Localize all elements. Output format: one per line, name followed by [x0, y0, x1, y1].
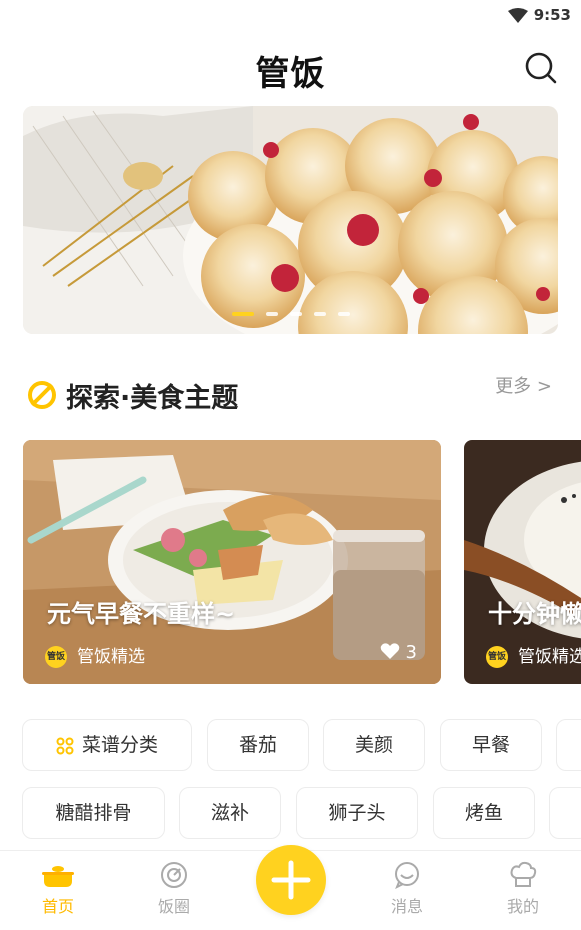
nav-home-label: 首页 — [41, 897, 74, 916]
nav-circle-label: 饭圈 — [157, 897, 190, 916]
card-likes[interactable]: 3 — [380, 642, 417, 663]
section-title: 探索·美食主题 — [66, 383, 239, 414]
theme-card[interactable]: 十分钟懒 管饭 管饭精选 — [464, 440, 581, 684]
app-logo: 管饭 — [255, 54, 326, 94]
plus-icon — [271, 860, 311, 900]
tag-item[interactable]: 滋补 — [179, 787, 281, 839]
nav-messages-label: 消息 — [390, 897, 423, 916]
search-icon[interactable] — [523, 50, 559, 86]
bottom-nav: 首页 饭圈 消息 我的 — [0, 845, 581, 930]
nav-circle[interactable]: 饭圈 — [134, 861, 214, 917]
theme-card-list: 元气早餐不重样~ 管饭 管饭精选 3 十分钟懒 管饭 管饭精选 — [23, 440, 581, 684]
tag-item-partial[interactable] — [556, 719, 581, 771]
add-button[interactable] — [256, 845, 326, 915]
status-bar: 9:53 — [0, 0, 581, 32]
status-time: 9:53 — [533, 6, 571, 24]
tag-item[interactable]: 美颜 — [323, 719, 425, 771]
author-avatar: 管饭 — [486, 646, 508, 668]
category-icon — [56, 737, 74, 754]
tag-item[interactable]: 烤鱼 — [433, 787, 535, 839]
explore-section-header: 探索·美食主题 更多 > — [23, 372, 558, 420]
author-avatar: 管饭 — [45, 646, 67, 668]
card-title: 元气早餐不重样~ — [47, 600, 236, 628]
tag-label: 菜谱分类 — [81, 734, 158, 756]
carousel-dot[interactable] — [265, 312, 278, 316]
carousel-dot[interactable] — [337, 312, 350, 316]
tag-recipe-category[interactable]: 菜谱分类 — [22, 719, 192, 771]
chat-bubble-icon — [395, 862, 419, 889]
likes-count: 3 — [405, 642, 417, 663]
tag-row: 糖醋排骨 滋补 狮子头 烤鱼 — [0, 787, 581, 839]
more-link[interactable]: 更多 > — [495, 372, 552, 398]
chef-hat-icon — [510, 861, 537, 887]
nav-mine-label: 我的 — [506, 897, 539, 916]
carousel-dot[interactable] — [313, 312, 326, 316]
card-author: 管饭 管饭精选 — [45, 642, 145, 668]
carousel-dot[interactable] — [231, 312, 254, 316]
disc-icon — [161, 862, 187, 888]
card-title: 十分钟懒 — [488, 600, 581, 628]
tag-item[interactable]: 狮子头 — [296, 787, 418, 839]
nav-mine[interactable]: 我的 — [483, 861, 563, 917]
heart-icon — [380, 643, 399, 659]
carousel-dot[interactable] — [289, 312, 302, 316]
theme-card[interactable]: 元气早餐不重样~ 管饭 管饭精选 3 — [23, 440, 441, 684]
tag-item-partial[interactable] — [549, 787, 581, 839]
wifi-icon — [508, 8, 528, 23]
explore-icon — [28, 381, 56, 409]
tag-item[interactable]: 早餐 — [440, 719, 542, 771]
carousel-indicator — [23, 301, 558, 320]
banner-image — [23, 106, 558, 334]
nav-home[interactable]: 首页 — [18, 861, 98, 917]
card-author: 管饭 管饭精选 — [486, 642, 581, 668]
tag-item[interactable]: 番茄 — [207, 719, 309, 771]
home-pot-icon — [42, 866, 74, 887]
tag-item[interactable]: 糖醋排骨 — [22, 787, 165, 839]
tag-row: 菜谱分类 番茄 美颜 早餐 — [0, 719, 581, 771]
banner-carousel[interactable] — [23, 106, 558, 334]
card-author-name: 管饭精选 — [77, 647, 145, 667]
nav-messages[interactable]: 消息 — [367, 861, 447, 917]
card-author-name: 管饭精选 — [518, 647, 581, 667]
app-header: 管饭 — [0, 32, 581, 104]
